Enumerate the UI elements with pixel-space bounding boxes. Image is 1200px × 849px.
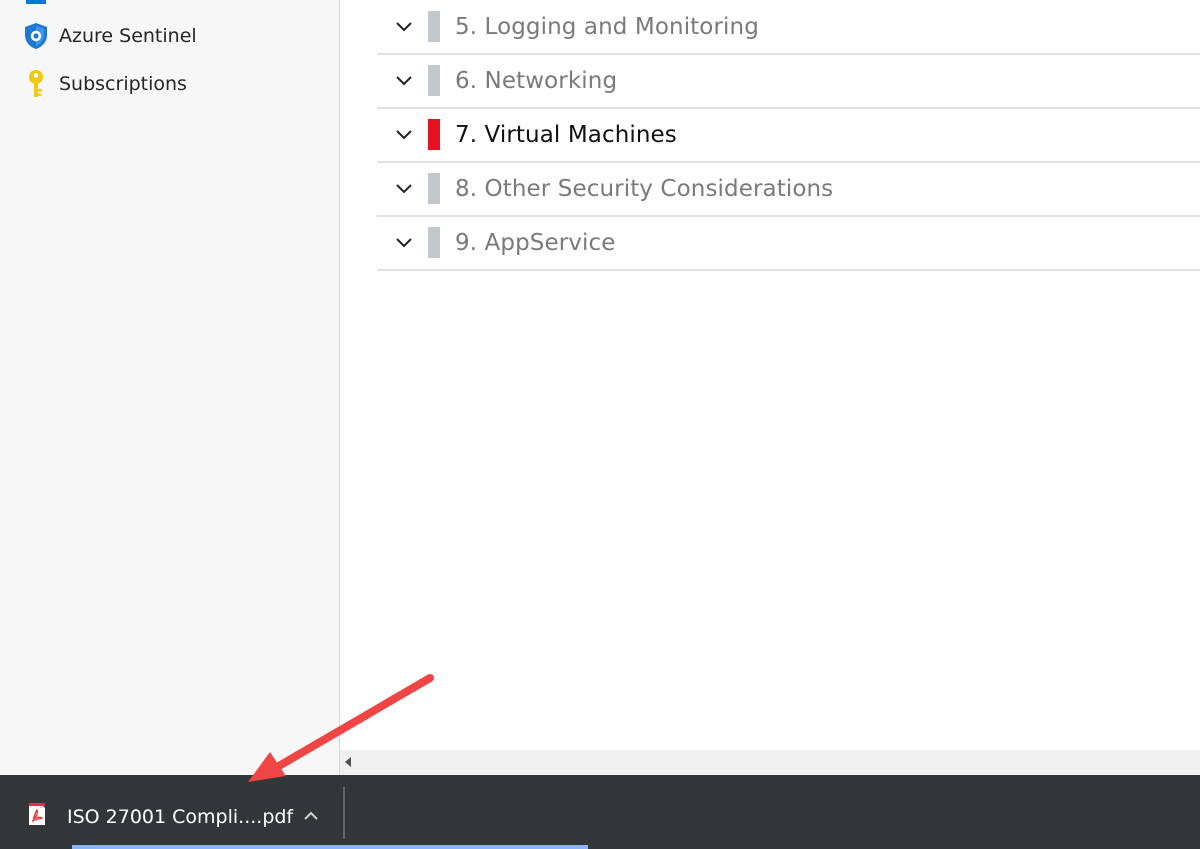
chevron-down-icon[interactable] (389, 75, 419, 86)
section-row-networking[interactable]: 6. Networking (377, 54, 1200, 109)
download-item[interactable]: ISO 27001 Compli....pdf (27, 796, 293, 838)
sidebar-item-label: Subscriptions (59, 73, 187, 95)
section-title: 5. Logging and Monitoring (455, 13, 759, 40)
chevron-down-icon[interactable] (389, 129, 419, 140)
divider (343, 787, 345, 839)
status-bar (428, 173, 440, 204)
key-icon (22, 70, 50, 98)
section-row-virtual-machines[interactable]: 7. Virtual Machines (377, 108, 1200, 163)
sidebar-item-subscriptions[interactable]: Subscriptions (22, 68, 187, 100)
download-shelf: ISO 27001 Compli....pdf (0, 775, 1200, 849)
chevron-up-icon[interactable] (298, 803, 324, 829)
sidebar: Azure Sentinel Subscriptions (0, 0, 340, 775)
horizontal-scrollbar[interactable] (340, 750, 1200, 775)
download-file-name: ISO 27001 Compli....pdf (67, 806, 294, 828)
pdf-file-icon (27, 803, 47, 831)
status-bar (428, 65, 440, 96)
section-row-appservice[interactable]: 9. AppService (377, 216, 1200, 271)
section-title: 9. AppService (455, 229, 616, 256)
chevron-down-icon[interactable] (389, 21, 419, 32)
chevron-down-icon[interactable] (389, 237, 419, 248)
section-title: 6. Networking (455, 67, 618, 94)
sidebar-item-azure-sentinel[interactable]: Azure Sentinel (22, 20, 197, 52)
chevron-down-icon[interactable] (389, 183, 419, 194)
download-highlight-bar (72, 845, 588, 849)
section-title: 8. Other Security Considerations (455, 175, 834, 202)
partial-icon (26, 0, 46, 4)
main-content: 5. Logging and Monitoring 6. Networking … (340, 0, 1200, 750)
status-bar (428, 119, 440, 150)
status-bar (428, 227, 440, 258)
section-row-logging-monitoring[interactable]: 5. Logging and Monitoring (377, 0, 1200, 55)
section-title: 7. Virtual Machines (455, 121, 677, 148)
section-row-other-security[interactable]: 8. Other Security Considerations (377, 162, 1200, 217)
status-bar (428, 11, 440, 42)
sidebar-item-label: Azure Sentinel (59, 25, 197, 47)
scroll-left-arrow-icon[interactable] (345, 757, 351, 767)
azure-sentinel-shield-icon (22, 22, 50, 50)
